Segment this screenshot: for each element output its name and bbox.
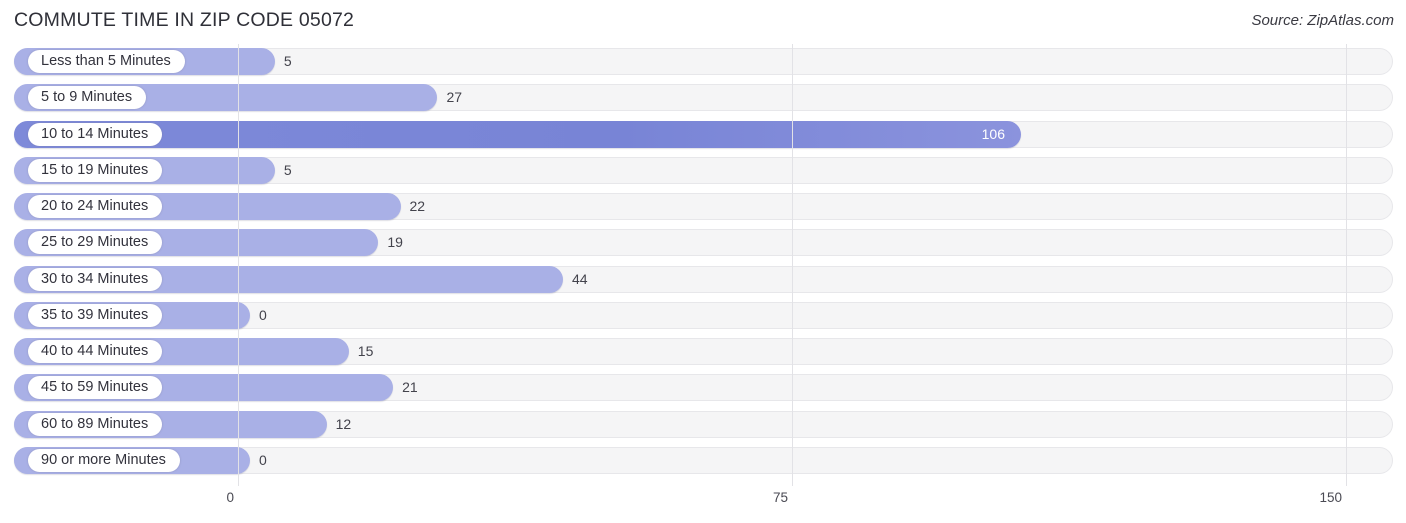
bar-value-label: 44 — [572, 270, 588, 287]
bar-value-label: 15 — [357, 343, 374, 359]
x-axis-tick-label: 150 — [1319, 490, 1342, 505]
bar-category-label: 5 to 9 Minutes — [28, 86, 147, 110]
bar-value-label: 21 — [402, 379, 418, 396]
bar-value-label: 0 — [259, 451, 267, 468]
bar-row-list: Less than 5 Minutes 5 5 to 9 Minutes 27 10 t… — [0, 44, 1406, 479]
table-row[interactable]: 45 to 59 Minutes 21 — [0, 370, 1406, 406]
table-row[interactable]: 60 to 89 Minutes 12 — [0, 407, 1406, 443]
x-axis: 0 75 150 — [0, 486, 1406, 523]
chart-plot-area: Less than 5 Minutes 5 5 to 9 Minutes 27 10 t… — [0, 44, 1406, 486]
bar-category-label: 15 to 19 Minutes — [28, 158, 163, 182]
bar-value-label: 12 — [335, 415, 352, 432]
bar-category-label: 45 to 59 Minutes — [28, 376, 163, 400]
table-row[interactable]: 10 to 14 Minutes 106 — [0, 117, 1406, 153]
bar-category-label: 60 to 89 Minutes — [28, 412, 163, 436]
table-row[interactable]: 90 or more Minutes 0 — [0, 443, 1406, 479]
bar-value-label: 0 — [259, 306, 267, 323]
bar[interactable] — [14, 120, 1021, 148]
source-attribution: Source: ZipAtlas.com — [1251, 12, 1394, 29]
bar-category-label: 35 to 39 Minutes — [28, 303, 163, 327]
table-row[interactable]: 40 to 44 Minutes 15 — [0, 334, 1406, 370]
bar-value-label: 19 — [387, 234, 403, 251]
bar-category-label: 10 to 14 Minutes — [28, 122, 163, 146]
table-row[interactable]: Less than 5 Minutes 5 — [0, 44, 1406, 80]
bar-category-label: 90 or more Minutes — [28, 448, 180, 472]
table-row[interactable]: 25 to 29 Minutes 19 — [0, 225, 1406, 261]
x-axis-tick-label: 75 — [772, 490, 788, 505]
bar-category-label: 25 to 29 Minutes — [28, 231, 163, 255]
bar-category-label: Less than 5 Minutes — [28, 50, 185, 73]
page-title: COMMUTE TIME IN ZIP CODE 05072 — [14, 9, 355, 31]
x-axis-tick-label: 0 — [226, 490, 234, 505]
bar-value-label: 5 — [283, 53, 292, 69]
bar-value-label: 22 — [409, 198, 426, 214]
bar-value-label: 27 — [446, 89, 463, 106]
bar-value-label: 5 — [283, 161, 292, 178]
table-row[interactable]: 20 to 24 Minutes 22 — [0, 189, 1406, 225]
table-row[interactable]: 5 to 9 Minutes 27 — [0, 80, 1406, 116]
bar-category-label: 30 to 34 Minutes — [28, 267, 163, 291]
chart-header: COMMUTE TIME IN ZIP CODE 05072 Source: Z… — [0, 0, 1406, 44]
table-row[interactable]: 30 to 34 Minutes 44 — [0, 262, 1406, 298]
bar-value-label: 106 — [981, 125, 1005, 142]
bar-category-label: 20 to 24 Minutes — [28, 195, 163, 218]
table-row[interactable]: 35 to 39 Minutes 0 — [0, 298, 1406, 334]
table-row[interactable]: 15 to 19 Minutes 5 — [0, 153, 1406, 189]
bar-category-label: 40 to 44 Minutes — [28, 340, 163, 363]
